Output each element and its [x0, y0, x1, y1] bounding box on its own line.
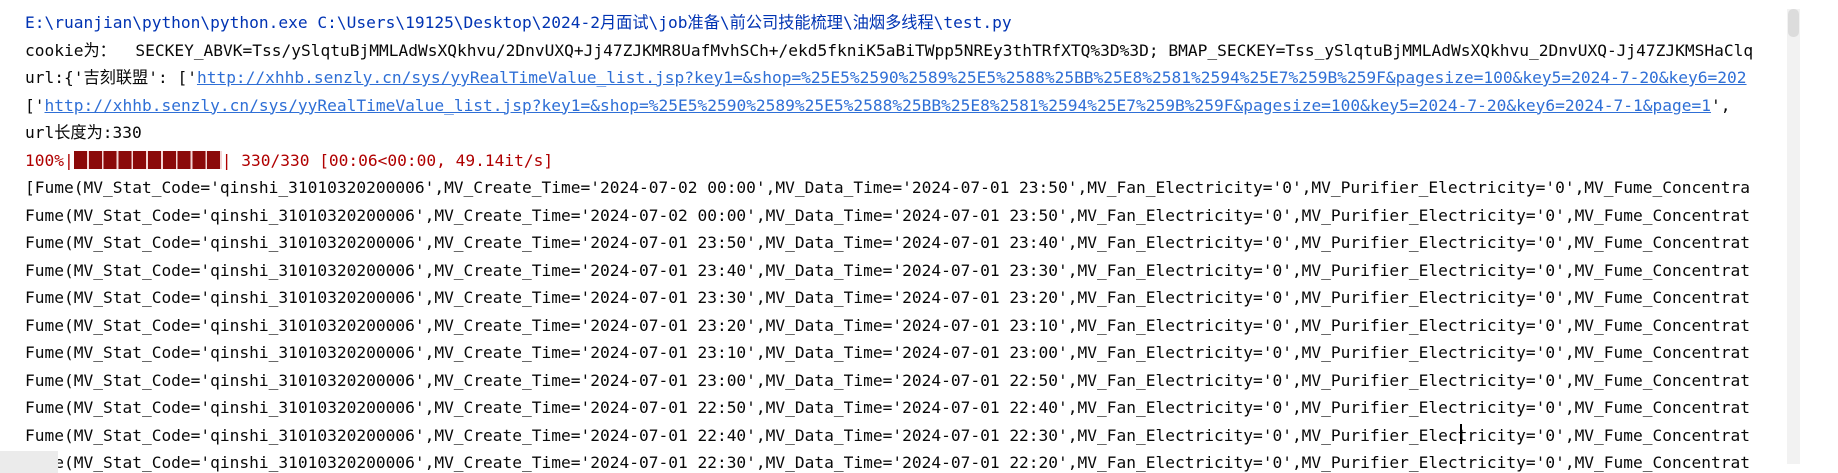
fume-output-list: [Fume(MV_Stat_Code='qinshi_3101032020000…: [25, 174, 1787, 473]
url-dict-line: url:{'吉刻联盟': ['http://xhhb.senzly.cn/sys…: [25, 64, 1787, 92]
fume-row: Fume(MV_Stat_Code='qinshi_31010320200006…: [25, 398, 1750, 417]
fume-row: Fume(MV_Stat_Code='qinshi_31010320200006…: [25, 343, 1750, 362]
fume-row: Fume(MV_Stat_Code='qinshi_31010320200006…: [25, 288, 1750, 307]
fume-row: Fume(MV_Stat_Code='qinshi_31010320200006…: [25, 233, 1750, 252]
url-dict-link[interactable]: http://xhhb.senzly.cn/sys/yyRealTimeValu…: [197, 68, 1747, 87]
fume-row: Fume(MV_Stat_Code='qinshi_31010320200006…: [25, 315, 1750, 335]
url-length-line: url长度为:330: [25, 123, 142, 142]
right-gutter: [1801, 0, 1838, 473]
url-list-line: ['http://xhhb.senzly.cn/sys/yyRealTimeVa…: [25, 92, 1787, 120]
command-line: E:\ruanjian\python\python.exe C:\Users\1…: [25, 13, 1012, 32]
cookie-line: cookie为： SECKEY_ABVK=Tss/ySlqtuBjMMLAdWs…: [25, 40, 1754, 60]
progress-stats: | 330/330 [00:06<00:00, 49.14it/s]: [221, 150, 554, 170]
console-output[interactable]: E:\ruanjian\python\python.exe C:\Users\1…: [25, 9, 1787, 473]
progress-bar: [73, 150, 222, 169]
run-console: E:\ruanjian\python\python.exe C:\Users\1…: [0, 0, 1838, 473]
scrollbar-thumb[interactable]: [1788, 9, 1799, 37]
url-list-prefix: [': [25, 95, 45, 115]
fume-row: [Fume(MV_Stat_Code='qinshi_3101032020000…: [25, 178, 1750, 197]
progress-percent: 100%|: [25, 150, 74, 170]
fume-row: Fume(MV_Stat_Code='qinshi_31010320200006…: [25, 205, 1750, 225]
fume-row: Fume(MV_Stat_Code='qinshi_31010320200006…: [25, 425, 1750, 445]
progress-line: 100%| | 330/330 [00:06<00:00, 49.14it/s]: [25, 147, 1787, 175]
url-list-suffix: ',: [1711, 95, 1731, 115]
bottom-corner-tab[interactable]: [0, 451, 58, 473]
fume-row: Fume(MV_Stat_Code='qinshi_31010320200006…: [25, 370, 1750, 390]
fume-row: Fume(MV_Stat_Code='qinshi_31010320200006…: [25, 453, 1750, 472]
url-list-link[interactable]: http://xhhb.senzly.cn/sys/yyRealTimeValu…: [45, 96, 1712, 115]
url-dict-prefix: url:{'吉刻联盟': [': [25, 68, 197, 87]
vertical-scrollbar[interactable]: [1787, 9, 1800, 464]
fume-row: Fume(MV_Stat_Code='qinshi_31010320200006…: [25, 260, 1750, 280]
text-caret: [1460, 424, 1462, 444]
